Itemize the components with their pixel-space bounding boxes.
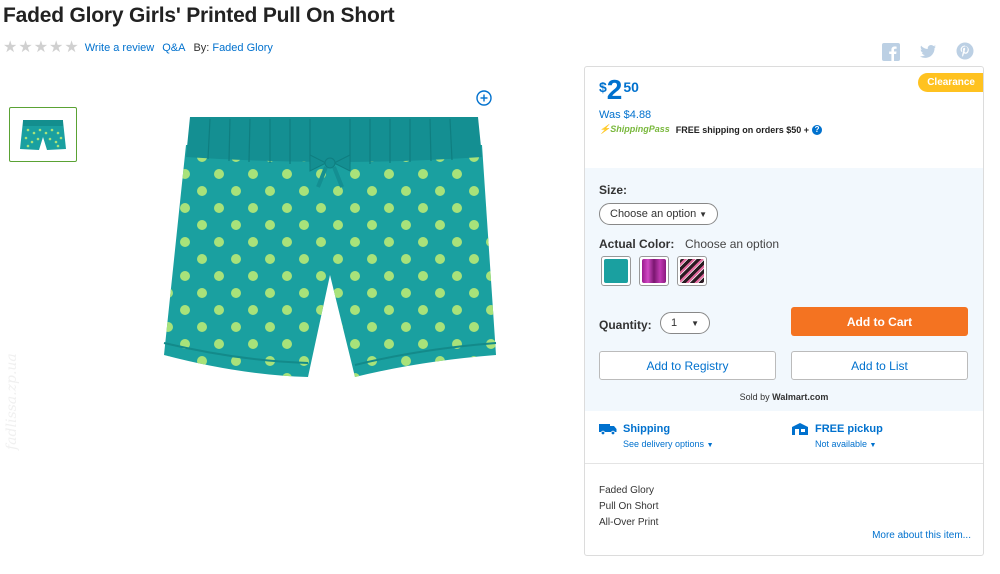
quantity-select[interactable]: 1 ▼: [660, 312, 710, 334]
truck-icon: [599, 424, 617, 435]
star-icon: ★: [18, 39, 33, 56]
pickup-option[interactable]: FREE pickup Not available ▼: [791, 423, 883, 449]
product-main-image[interactable]: [160, 115, 500, 385]
product-thumbnail[interactable]: [9, 107, 77, 162]
free-shipping-text: FREE shipping on orders $50 +: [675, 124, 810, 135]
shipping-delivery-options[interactable]: See delivery options ▼: [623, 439, 714, 449]
star-icon: ★: [49, 39, 64, 56]
feature-item: All-Over Print: [599, 517, 659, 528]
current-price: $ 2 50: [599, 75, 639, 105]
rating-stars[interactable]: ★ ★ ★ ★ ★: [3, 40, 79, 56]
more-about-item-link[interactable]: More about this item...: [872, 530, 971, 541]
star-icon: ★: [64, 39, 79, 56]
pickup-availability[interactable]: Not available ▼: [815, 439, 883, 449]
store-icon: [792, 423, 808, 435]
quantity-select-value: 1: [671, 317, 678, 329]
clearance-badge: Clearance: [918, 73, 983, 92]
feature-item: Faded Glory: [599, 485, 655, 496]
quantity-label: Quantity:: [599, 318, 652, 332]
write-review-link[interactable]: Write a review: [85, 42, 154, 54]
pinterest-icon[interactable]: [956, 42, 974, 60]
color-swatch-teal[interactable]: [601, 256, 631, 286]
size-label: Size:: [599, 183, 628, 197]
shipping-option[interactable]: Shipping See delivery options ▼: [599, 423, 714, 449]
was-price: Was $4.88: [599, 109, 652, 121]
brand-link[interactable]: Faded Glory: [212, 42, 273, 54]
options-section: Size: Choose an option ▼ Actual Color: C…: [585, 168, 983, 411]
product-title: Faded Glory Girls' Printed Pull On Short: [3, 4, 395, 27]
feature-item: Pull On Short: [599, 501, 659, 512]
star-icon: ★: [33, 39, 49, 56]
chevron-down-icon: ▼: [691, 318, 699, 328]
shippingpass-logo: ⚡ShippingPass: [599, 124, 670, 134]
seller-name: Walmart.com: [772, 392, 829, 402]
price-cents: 50: [623, 79, 639, 95]
brand-by-label: By:: [193, 42, 210, 54]
color-label: Actual Color:: [599, 237, 675, 251]
price-currency: $: [599, 79, 607, 95]
feature-list: Faded Glory Pull On Short All-Over Print: [599, 483, 658, 531]
qa-link[interactable]: Q&A: [162, 42, 185, 54]
divider: [585, 463, 983, 464]
pickup-title: FREE pickup: [815, 423, 883, 435]
price-dollars: 2: [606, 74, 623, 105]
buy-box-panel: Clearance $ 2 50 Was $4.88 ⚡ShippingPass…: [584, 66, 984, 556]
color-swatch-stripe[interactable]: [677, 256, 707, 286]
size-select[interactable]: Choose an option ▼: [599, 203, 718, 225]
size-select-value: Choose an option: [610, 208, 697, 220]
color-swatch-magenta[interactable]: [639, 256, 669, 286]
sold-by-text: Sold by Walmart.com: [739, 392, 829, 402]
shipping-title: Shipping: [623, 423, 671, 435]
watermark: fadlissa.zp.ua: [4, 353, 20, 450]
zoom-plus-icon[interactable]: [476, 90, 492, 106]
help-icon[interactable]: ?: [812, 124, 823, 135]
add-to-registry-button[interactable]: Add to Registry: [599, 351, 776, 380]
shorts-thumbnail-image: [20, 119, 66, 150]
add-to-cart-button[interactable]: Add to Cart: [791, 307, 968, 336]
shipping-pass-line: ⚡ShippingPass FREE shipping on orders $5…: [599, 124, 823, 135]
product-meta-row: ★ ★ ★ ★ ★ Write a review Q&A By: Faded G…: [3, 40, 281, 56]
twitter-icon[interactable]: [919, 43, 937, 61]
facebook-icon[interactable]: [882, 43, 900, 61]
chevron-down-icon: ▼: [699, 209, 707, 219]
add-to-list-button[interactable]: Add to List: [791, 351, 968, 380]
color-selected-value: Choose an option: [685, 237, 780, 251]
star-icon: ★: [3, 39, 18, 56]
